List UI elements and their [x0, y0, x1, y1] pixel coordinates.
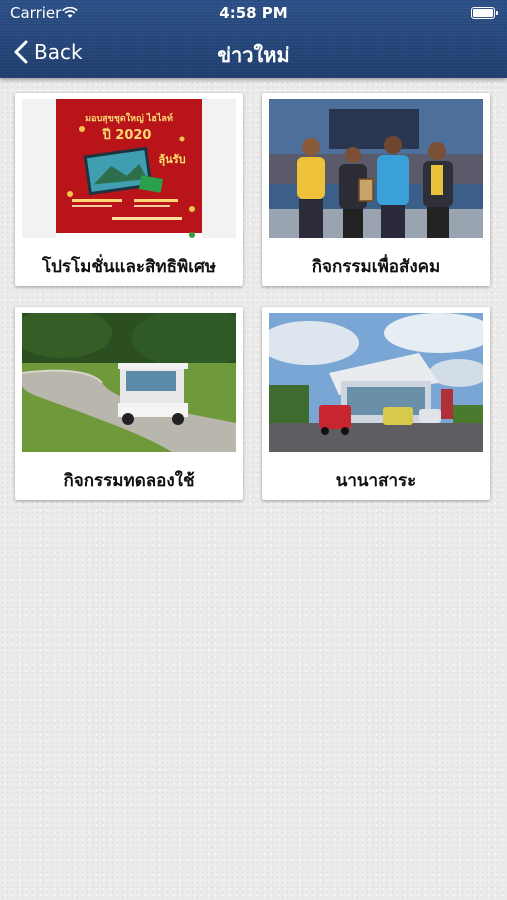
- status-bar: Carrier 4:58 PM: [0, 0, 507, 26]
- card-label-social-activities: กิจกรรมเพื่อสังคม: [311, 257, 441, 277]
- promotion-poster-image: มอบสุขชุดใหญ่ ไฮไลท์ ปี 2020 ลุ้นรับ: [22, 99, 236, 238]
- battery-icon: [471, 7, 498, 19]
- award-ceremony-photo: [269, 99, 483, 238]
- card-label-miscellaneous: นานาสาระ: [335, 471, 417, 491]
- showroom-building-photo: [269, 313, 483, 452]
- poster-win-label: ลุ้นรับ: [158, 153, 185, 167]
- poster-headline: มอบสุขชุดใหญ่ ไฮไลท์: [85, 112, 173, 124]
- status-time: 4:58 PM: [219, 4, 288, 22]
- page-title: ข่าวใหม่: [217, 43, 290, 67]
- golf-cart-path-photo: [22, 313, 236, 452]
- poster-year: ปี 2020: [101, 127, 151, 143]
- news-card-promotions[interactable]: มอบสุขชุดใหญ่ ไฮไลท์ ปี 2020 ลุ้นรับ โปร…: [15, 93, 243, 286]
- navigation-bar: Carrier 4:58 PM Back ข่าวใหม่: [0, 0, 507, 78]
- news-card-miscellaneous[interactable]: นานาสาระ: [262, 307, 490, 500]
- card-label-trial-activities: กิจกรรมทดลองใช้: [63, 471, 195, 491]
- news-card-social-activities[interactable]: กิจกรรมเพื่อสังคม: [262, 93, 490, 286]
- news-card-trial-activities[interactable]: กิจกรรมทดลองใช้: [15, 307, 243, 500]
- card-label-promotions: โปรโมชั่นและสิทธิพิเศษ: [41, 257, 217, 277]
